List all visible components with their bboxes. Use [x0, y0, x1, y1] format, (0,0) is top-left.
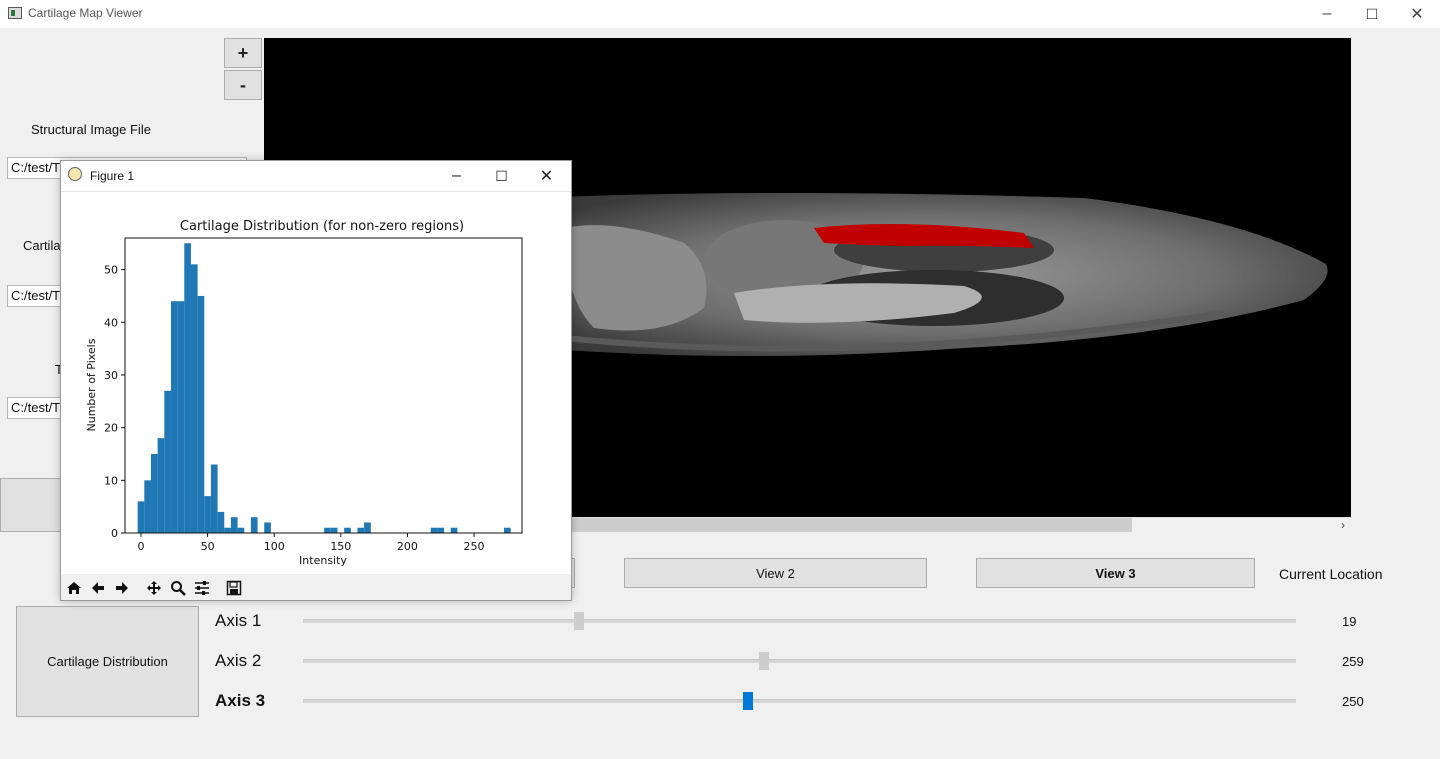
figure-toolbar [61, 574, 571, 600]
histogram-bar [437, 527, 445, 533]
app-icon [8, 7, 22, 19]
axis-1-handle[interactable] [573, 612, 584, 630]
axis-3-handle[interactable] [742, 692, 753, 710]
x-axis-label: Intensity [299, 554, 347, 567]
scroll-right-arrow-icon[interactable]: › [1335, 517, 1351, 533]
save-icon[interactable] [223, 577, 245, 598]
x-tick-label: 50 [201, 540, 215, 553]
histogram-bar [164, 390, 171, 533]
cartilage-distribution-button[interactable]: Cartilage Distribution [16, 606, 199, 717]
histogram-bar [230, 517, 238, 533]
axis-2-slider[interactable] [303, 659, 1296, 663]
y-tick-label: 30 [104, 369, 118, 382]
histogram-bar [197, 295, 205, 533]
y-tick-label: 50 [104, 264, 118, 277]
x-tick-label: 0 [137, 540, 144, 553]
histogram-bar [430, 527, 438, 533]
figure-window: Figure 1 – ☐ ✕ Cartilage Distribution (f… [60, 160, 572, 601]
histogram-bar [330, 527, 338, 533]
histogram-bar [357, 527, 365, 533]
figure-maximize-button[interactable]: ☐ [479, 161, 524, 191]
x-tick-label: 200 [397, 540, 418, 553]
histogram-bar [210, 464, 218, 533]
axis-1-label: Axis 1 [215, 611, 262, 630]
forward-icon[interactable] [111, 577, 133, 598]
histogram-bar [144, 480, 151, 533]
back-icon[interactable] [87, 577, 109, 598]
y-tick-label: 0 [111, 527, 118, 540]
histogram-bar [184, 243, 191, 533]
histogram-bar [250, 517, 258, 533]
histogram-bar [364, 522, 371, 533]
minimize-button[interactable]: – [1304, 0, 1350, 28]
axis-2-label: Axis 2 [215, 651, 262, 670]
close-button[interactable]: ✕ [1394, 0, 1440, 28]
axis-2-handle[interactable] [758, 652, 769, 670]
structural-image-label: Structural Image File [31, 122, 151, 137]
y-tick-label: 10 [104, 474, 118, 487]
x-tick-label: 100 [264, 540, 285, 553]
axis-2-value: 259 [1342, 654, 1364, 669]
y-tick-label: 20 [104, 422, 118, 435]
x-tick-label: 150 [330, 540, 351, 553]
histogram-bar [177, 301, 185, 533]
histogram-bar [137, 501, 145, 533]
y-axis-label: Number of Pixels [85, 338, 98, 431]
figure-title-bar[interactable]: Figure 1 – ☐ ✕ [61, 161, 571, 192]
axis-3-slider[interactable] [303, 699, 1296, 703]
axis-3-value: 250 [1342, 694, 1364, 709]
view-3-button[interactable]: View 3 [976, 558, 1255, 588]
zoom-icon[interactable] [167, 577, 189, 598]
histogram-bar [217, 511, 225, 533]
figure-title: Figure 1 [90, 169, 135, 183]
current-location-label: Current Location [1279, 566, 1383, 582]
title-bar: Cartilage Map Viewer – ☐ ✕ [0, 0, 1440, 28]
axis-3-label: Axis 3 [215, 691, 266, 710]
matplotlib-icon [68, 167, 82, 181]
histogram-bar [157, 438, 165, 533]
histogram-bar [237, 527, 245, 533]
histogram-chart: Cartilage Distribution (for non-zero reg… [85, 219, 523, 567]
histogram-bar [324, 527, 331, 533]
zoom-out-button[interactable]: - [224, 70, 262, 100]
histogram-bar [190, 264, 198, 533]
view-2-button[interactable]: View 2 [624, 558, 927, 588]
maximize-button[interactable]: ☐ [1349, 0, 1395, 28]
cartilage-map-label: Cartila [23, 238, 61, 253]
histogram-bar [204, 496, 211, 533]
x-tick-label: 250 [464, 540, 485, 553]
zoom-in-button[interactable]: + [224, 38, 262, 68]
histogram-bar [344, 527, 351, 533]
histogram-bar [450, 527, 458, 533]
histogram-bar [224, 527, 231, 533]
app-title: Cartilage Map Viewer [28, 6, 143, 20]
y-tick-label: 40 [104, 316, 118, 329]
figure-minimize-button[interactable]: – [434, 161, 479, 191]
axis-1-slider[interactable] [303, 619, 1296, 623]
histogram-bar [170, 301, 178, 533]
axis-1-value: 19 [1342, 614, 1357, 629]
chart-title: Cartilage Distribution (for non-zero reg… [180, 219, 464, 234]
histogram-bar [264, 522, 271, 533]
histogram-bar [504, 527, 511, 533]
figure-close-button[interactable]: ✕ [524, 161, 569, 191]
configure-icon[interactable] [191, 577, 213, 598]
home-icon[interactable] [63, 577, 85, 598]
pan-icon[interactable] [143, 577, 165, 598]
histogram-bar [150, 453, 158, 533]
